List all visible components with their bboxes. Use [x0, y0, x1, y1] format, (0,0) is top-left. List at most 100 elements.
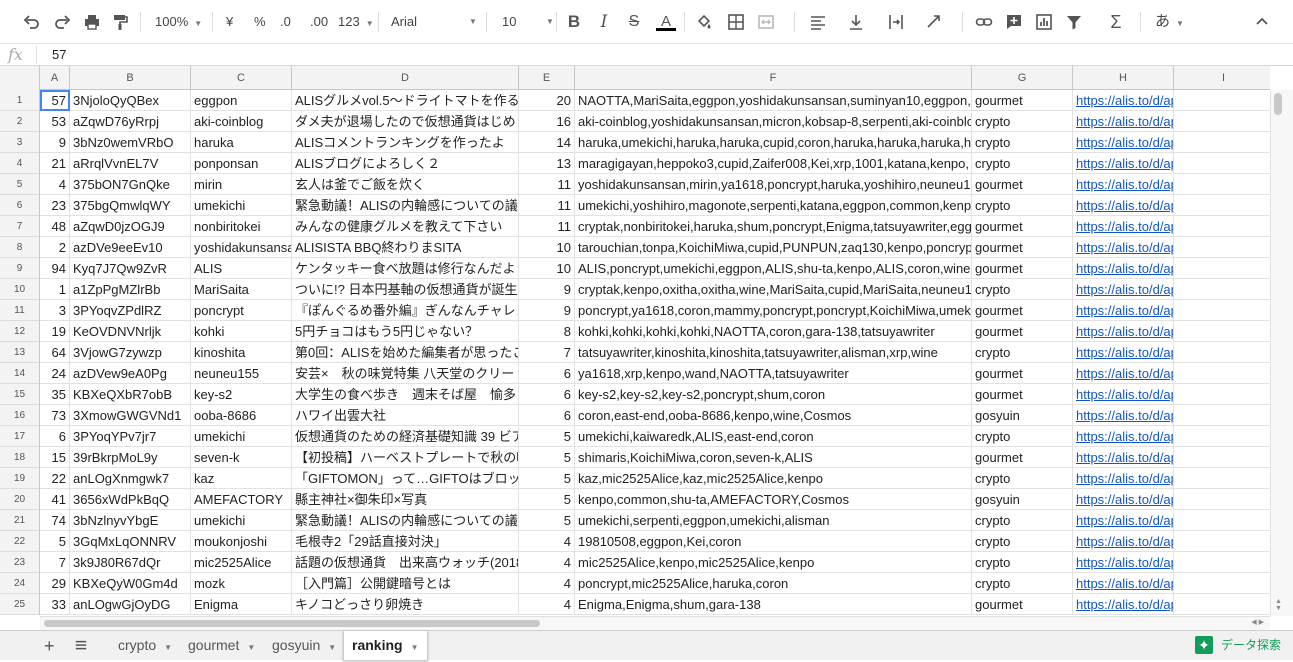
cell-empty[interactable] [1174, 552, 1270, 573]
more-formats-select[interactable]: 123 ▼ [338, 8, 374, 36]
row-number[interactable]: 19 [0, 468, 40, 489]
cell-count[interactable]: 5 [519, 468, 575, 489]
cell-image-link[interactable]: https://alis.to/d/api/articles_image [1073, 531, 1174, 552]
cell-empty[interactable] [1174, 342, 1270, 363]
cell-rank[interactable]: 41 [40, 489, 70, 510]
cell-empty[interactable] [1174, 510, 1270, 531]
row-number[interactable]: 12 [0, 321, 40, 342]
cell-user[interactable]: kaz [191, 468, 292, 489]
cell-users-list[interactable]: umekichi,kaiwaredk,ALIS,east-end,coron [575, 426, 972, 447]
cell-title[interactable]: ダメ夫が退場したので仮想通貨はじめ [292, 111, 519, 132]
cell-user[interactable]: nonbiritokei [191, 216, 292, 237]
cell-rank[interactable]: 53 [40, 111, 70, 132]
column-header[interactable]: I [1174, 66, 1270, 90]
cell-users-list[interactable]: coron,east-end,ooba-8686,kenpo,wine,Cosm… [575, 405, 972, 426]
row-number[interactable]: 17 [0, 426, 40, 447]
cell-article-id[interactable]: a1ZpPgMZlrBb [70, 279, 191, 300]
cell-users-list[interactable]: tatsuyawriter,kinoshita,kinoshita,tatsuy… [575, 342, 972, 363]
row-number[interactable]: 21 [0, 510, 40, 531]
row-number[interactable]: 1 [0, 90, 40, 111]
cell-category[interactable]: gourmet [972, 237, 1073, 258]
cell-article-id[interactable]: KBXeQXbR7obB [70, 384, 191, 405]
cell-count[interactable]: 5 [519, 426, 575, 447]
row-number[interactable]: 7 [0, 216, 40, 237]
cell-empty[interactable] [1174, 90, 1270, 111]
cell-image-link[interactable]: https://alis.to/d/api/articles_image [1073, 552, 1174, 573]
cell-image-link[interactable]: https://alis.to/d/api/articles_image [1073, 321, 1174, 342]
cell-title[interactable]: 『ぽんぐるめ番外編』ぎんなんチャレン [292, 300, 519, 321]
cell-image-link[interactable]: https://alis.to/d/api/articles_image [1073, 174, 1174, 195]
cell-category[interactable]: gourmet [972, 300, 1073, 321]
explore-button[interactable]: ✦ データ探索 [1194, 632, 1281, 658]
row-number[interactable]: 10 [0, 279, 40, 300]
cell-users-list[interactable]: poncrypt,ya1618,coron,mammy,poncrypt,pon… [575, 300, 972, 321]
row-number[interactable]: 5 [0, 174, 40, 195]
cell-user[interactable]: MariSaita [191, 279, 292, 300]
cell-user[interactable]: mozk [191, 573, 292, 594]
cell-empty[interactable] [1174, 531, 1270, 552]
column-header[interactable]: D [292, 66, 519, 90]
cell-category[interactable]: gourmet [972, 90, 1073, 111]
cell-image-link[interactable]: https://alis.to/d/api/articles_image [1073, 594, 1174, 615]
font-size-select[interactable]: 10 ▼ [502, 8, 554, 36]
fill-color-icon[interactable] [692, 10, 716, 34]
cell-title[interactable]: ついに!? 日本円基軸の仮想通貨が誕生 [292, 279, 519, 300]
cell-article-id[interactable]: anLOgXnmgwk7 [70, 468, 191, 489]
cell-title[interactable]: ALISブログによろしく２ [292, 153, 519, 174]
cell-image-link[interactable]: https://alis.to/d/api/articles_image [1073, 300, 1174, 321]
cell-image-link[interactable]: https://alis.to/d/api/articles_image [1073, 426, 1174, 447]
cell-count[interactable]: 9 [519, 279, 575, 300]
cell-users-list[interactable]: NAOTTA,MariSaita,eggpon,yoshidakunsansan… [575, 90, 972, 111]
cell-rank[interactable]: 5 [40, 531, 70, 552]
cell-article-id[interactable]: KBXeQyW0Gm4d [70, 573, 191, 594]
cell-empty[interactable] [1174, 426, 1270, 447]
strikethrough-icon[interactable]: S [622, 10, 646, 34]
cell-users-list[interactable]: kohki,kohki,kohki,kohki,NAOTTA,coron,gar… [575, 321, 972, 342]
cell-count[interactable]: 20 [519, 90, 575, 111]
cell-users-list[interactable]: poncrypt,mic2525Alice,haruka,coron [575, 573, 972, 594]
cell-count[interactable]: 4 [519, 552, 575, 573]
cell-article-id[interactable]: 3GqMxLqONNRV [70, 531, 191, 552]
cell-user[interactable]: ponponsan [191, 153, 292, 174]
cell-rank[interactable]: 23 [40, 195, 70, 216]
redo-icon[interactable] [50, 10, 74, 34]
cell-article-id[interactable]: 3bNz0wemVRbO [70, 132, 191, 153]
text-rotation-icon[interactable] [922, 10, 946, 34]
column-header[interactable]: E [519, 66, 575, 90]
cell-article-id[interactable]: 3k9J80R67dQr [70, 552, 191, 573]
cell-article-id[interactable]: 3VjowG7zywzp [70, 342, 191, 363]
cell-users-list[interactable]: umekichi,serpenti,eggpon,umekichi,alisma… [575, 510, 972, 531]
vertical-align-icon[interactable] [844, 10, 868, 34]
cell-user[interactable]: eggpon [191, 90, 292, 111]
cell-users-list[interactable]: 19810508,eggpon,Kei,coron [575, 531, 972, 552]
cell-title[interactable]: 玄人は釜でご飯を炊く [292, 174, 519, 195]
cell-article-id[interactable]: 3656xWdPkBqQ [70, 489, 191, 510]
cell-category[interactable]: crypto [972, 153, 1073, 174]
cell-user[interactable]: aki-coinblog [191, 111, 292, 132]
cell-user[interactable]: neuneu155 [191, 363, 292, 384]
cell-user[interactable]: Enigma [191, 594, 292, 615]
italic-icon[interactable]: I [592, 10, 616, 34]
cell-empty[interactable] [1174, 153, 1270, 174]
cell-category[interactable]: gourmet [972, 363, 1073, 384]
cell-rank[interactable]: 15 [40, 447, 70, 468]
cell-rank[interactable]: 19 [40, 321, 70, 342]
cell-category[interactable]: crypto [972, 132, 1073, 153]
cell-users-list[interactable]: haruka,umekichi,haruka,haruka,cupid,coro… [575, 132, 972, 153]
cell-category[interactable]: gourmet [972, 384, 1073, 405]
cell-article-id[interactable]: 3PYoqYPv7jr7 [70, 426, 191, 447]
cell-empty[interactable] [1174, 258, 1270, 279]
cell-users-list[interactable]: mic2525Alice,kenpo,mic2525Alice,kenpo [575, 552, 972, 573]
cell-user[interactable]: ooba-8686 [191, 405, 292, 426]
cell-title[interactable]: 仮想通貨のための経済基礎知識 39 ビア [292, 426, 519, 447]
borders-icon[interactable] [724, 10, 748, 34]
cell-category[interactable]: gourmet [972, 447, 1073, 468]
cell-user[interactable]: mirin [191, 174, 292, 195]
currency-format-button[interactable]: ¥ [226, 8, 233, 36]
increase-decimal-button[interactable]: .00 [310, 8, 328, 36]
cell-users-list[interactable]: ya1618,xrp,kenpo,wand,NAOTTA,tatsuyawrit… [575, 363, 972, 384]
cell-count[interactable]: 5 [519, 447, 575, 468]
row-number[interactable]: 15 [0, 384, 40, 405]
cell-empty[interactable] [1174, 468, 1270, 489]
cell-empty[interactable] [1174, 216, 1270, 237]
